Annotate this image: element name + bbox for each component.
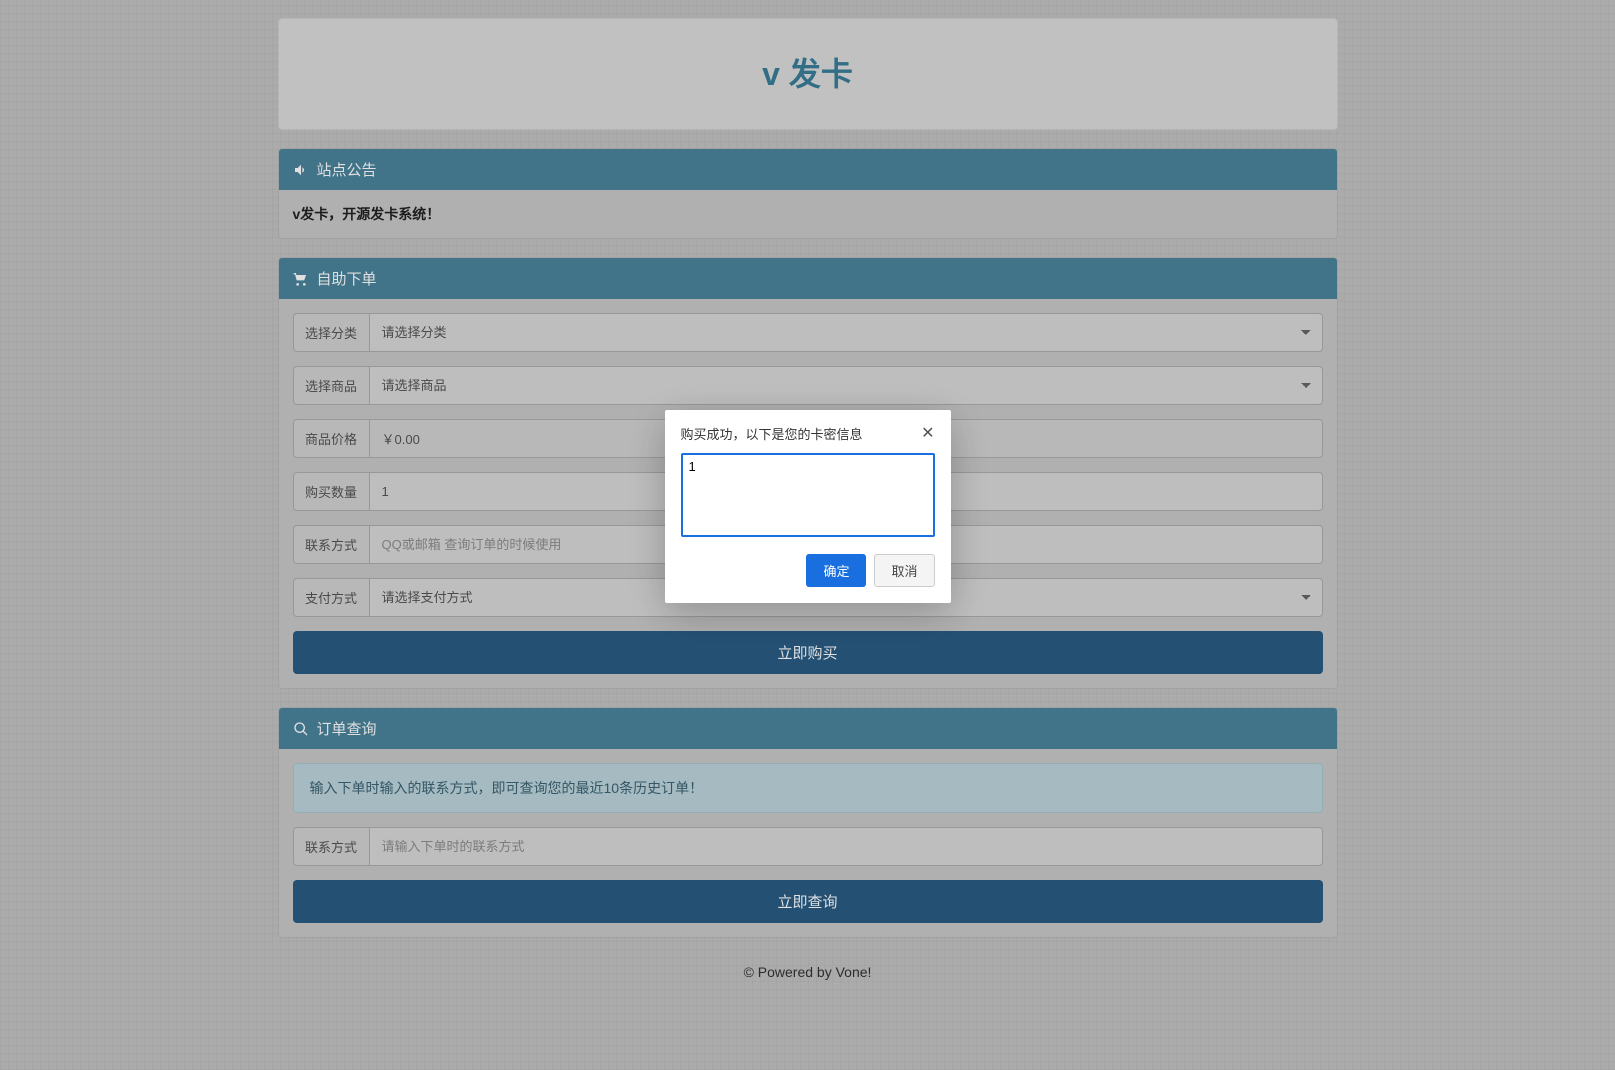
panel-query: 订单查询 输入下单时输入的联系方式，即可查询您的最近10条历史订单！ 联系方式 … xyxy=(278,707,1338,938)
label-contact: 联系方式 xyxy=(293,525,369,564)
query-button[interactable]: 立即查询 xyxy=(293,880,1323,923)
announcement-text: v发卡，开源发卡系统！ xyxy=(293,204,1323,224)
hero-banner: v 发卡 xyxy=(278,18,1338,130)
query-tip: 输入下单时输入的联系方式，即可查询您的最近10条历史订单！ xyxy=(293,763,1323,813)
buy-button[interactable]: 立即购买 xyxy=(293,631,1323,674)
modal-title: 购买成功，以下是您的卡密信息 xyxy=(681,424,863,443)
modal-cancel-button[interactable]: 取消 xyxy=(874,554,934,587)
modal-dialog: 购买成功，以下是您的卡密信息 ✕ 确定 取消 xyxy=(665,410,951,603)
panel-query-header: 订单查询 xyxy=(279,708,1337,749)
cart-icon xyxy=(293,271,309,287)
panel-order-title: 自助下单 xyxy=(317,268,377,289)
close-icon[interactable]: ✕ xyxy=(921,426,934,442)
row-query-contact: 联系方式 xyxy=(293,827,1323,866)
search-icon xyxy=(293,721,309,737)
label-category: 选择分类 xyxy=(293,313,369,352)
select-category[interactable]: 请选择分类 xyxy=(369,313,1323,352)
input-query-contact[interactable] xyxy=(369,827,1323,866)
modal-textarea[interactable] xyxy=(681,453,935,537)
page-title: v 发卡 xyxy=(279,49,1337,95)
label-query-contact: 联系方式 xyxy=(293,827,369,866)
modal-ok-button[interactable]: 确定 xyxy=(806,554,866,587)
footer-text: © Powered by Vone! xyxy=(278,956,1338,980)
select-product[interactable]: 请选择商品 xyxy=(369,366,1323,405)
label-product: 选择商品 xyxy=(293,366,369,405)
row-category: 选择分类 请选择分类 xyxy=(293,313,1323,352)
label-payment: 支付方式 xyxy=(293,578,369,617)
volume-icon xyxy=(293,162,309,178)
label-price: 商品价格 xyxy=(293,419,369,458)
label-quantity: 购买数量 xyxy=(293,472,369,511)
panel-announcement-title: 站点公告 xyxy=(317,159,377,180)
panel-announcement-header: 站点公告 xyxy=(279,149,1337,190)
panel-announcement: 站点公告 v发卡，开源发卡系统！ xyxy=(278,148,1338,239)
panel-query-title: 订单查询 xyxy=(317,718,377,739)
panel-order-header: 自助下单 xyxy=(279,258,1337,299)
row-product: 选择商品 请选择商品 xyxy=(293,366,1323,405)
